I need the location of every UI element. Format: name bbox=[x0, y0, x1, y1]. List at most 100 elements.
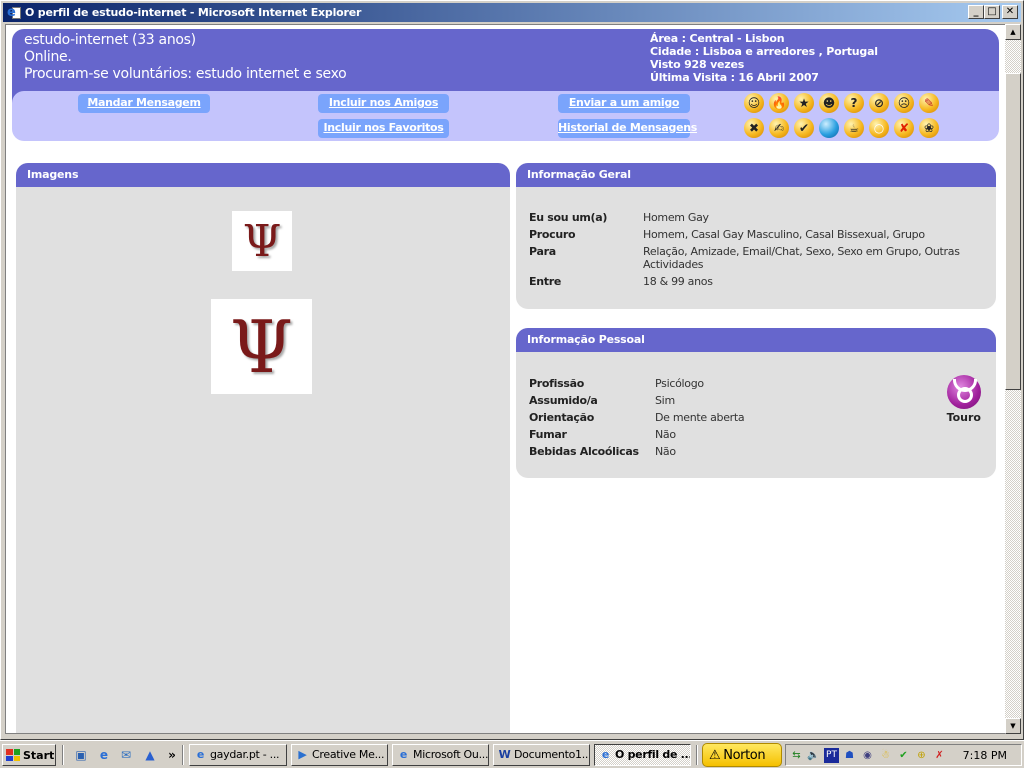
minimize-button[interactable]: _ bbox=[968, 5, 984, 19]
images-panel-title: Imagens bbox=[16, 163, 510, 187]
online-status: Online. bbox=[24, 49, 72, 65]
browser-window: e O perfil de estudo-internet - Microsof… bbox=[0, 0, 1024, 740]
info-label: Orientação bbox=[529, 411, 595, 424]
general-info-panel: Informação Geral Eu sou um(a) Homem Gay P… bbox=[516, 163, 996, 309]
no-paw-icon[interactable]: ✘ bbox=[894, 118, 914, 138]
globe-icon[interactable]: ⊕ bbox=[914, 748, 929, 763]
info-label: Fumar bbox=[529, 428, 567, 441]
task-label: Microsoft Ou... bbox=[413, 748, 489, 761]
info-label: Entre bbox=[529, 275, 561, 288]
cross-icon[interactable]: ✖ bbox=[744, 118, 764, 138]
scroll-down-button[interactable]: ▼ bbox=[1005, 718, 1021, 734]
internet-explorer-quicklaunch-icon[interactable]: e bbox=[96, 747, 112, 763]
info-row: Bebidas Alcoólicas Não bbox=[529, 445, 744, 458]
info-label: Assumido/a bbox=[529, 394, 598, 407]
taskbar-separator bbox=[182, 745, 184, 765]
info-row: Profissão Psicólogo bbox=[529, 377, 744, 390]
norton-label: Norton bbox=[723, 747, 766, 763]
wink-smiley-icon[interactable]: ☺ bbox=[744, 93, 764, 113]
taskbar-item-outlook[interactable]: e Microsoft Ou... bbox=[392, 744, 489, 766]
checkmark-icon[interactable]: ✔ bbox=[794, 118, 814, 138]
info-row: Para Relação, Amizade, Email/Chat, Sexo, … bbox=[529, 245, 963, 271]
profile-image-small[interactable]: Ψ bbox=[232, 211, 292, 271]
pencil-icon[interactable]: ✎ bbox=[919, 93, 939, 113]
city-text: Cidade : Lisboa e arredores , Portugal bbox=[650, 45, 878, 58]
network-icon[interactable]: ⇆ bbox=[789, 748, 804, 763]
psi-symbol-image: Ψ bbox=[229, 304, 294, 389]
info-value: Relação, Amizade, Email/Chat, Sexo, Sexo… bbox=[643, 245, 960, 271]
no-entry-icon[interactable]: ⊘ bbox=[869, 93, 889, 113]
message-history-button[interactable]: Historial de Mensagens bbox=[558, 119, 697, 138]
taskbar-item-creative-media[interactable]: ▶ Creative Me... bbox=[291, 744, 388, 766]
windows-logo-icon bbox=[6, 749, 20, 761]
profile-image-large[interactable]: Ψ bbox=[211, 299, 312, 394]
profile-headline: Procuram-se voluntários: estudo internet… bbox=[24, 66, 347, 82]
task-label: gaydar.pt - ... bbox=[210, 748, 280, 761]
info-value: Não bbox=[655, 428, 676, 441]
last-visit: Última Visita : 16 Abril 2007 bbox=[650, 71, 819, 84]
add-friends-button[interactable]: Incluir nos Amigos bbox=[318, 94, 449, 113]
quicklaunch-more-button[interactable]: » bbox=[164, 747, 180, 763]
info-value: Homem, Casal Gay Masculino, Casal Bissex… bbox=[643, 228, 925, 241]
network-disconnected-icon[interactable]: ✗ bbox=[932, 748, 947, 763]
window-title: O perfil de estudo-internet - Microsoft … bbox=[25, 6, 362, 19]
antivirus-check-icon[interactable]: ✔ bbox=[896, 748, 911, 763]
info-label: Eu sou um(a) bbox=[529, 211, 608, 224]
taskbar-item-documento[interactable]: W Documento1... bbox=[493, 744, 590, 766]
info-value: De mente aberta bbox=[655, 411, 745, 424]
blue-ball-icon[interactable] bbox=[819, 118, 839, 138]
maximize-button[interactable]: □ bbox=[984, 5, 1000, 19]
close-button[interactable]: ✕ bbox=[1002, 5, 1018, 19]
start-button[interactable]: Start bbox=[2, 744, 56, 766]
vertical-scrollbar[interactable]: ▲ ▼ bbox=[1005, 24, 1021, 734]
word-icon: W bbox=[498, 748, 511, 761]
taskbar-item-gaydar[interactable]: e gaydar.pt - ... bbox=[189, 744, 287, 766]
add-favorites-button[interactable]: Incluir nos Favoritos bbox=[318, 119, 449, 138]
send-message-button[interactable]: Mandar Mensagem bbox=[78, 94, 210, 113]
info-row: Entre 18 & 99 anos bbox=[529, 275, 963, 288]
outlook-quicklaunch-icon[interactable]: ✉ bbox=[118, 747, 134, 763]
aim-icon[interactable]: ☃ bbox=[878, 748, 893, 763]
writing-hand-icon[interactable]: ✍ bbox=[769, 118, 789, 138]
internet-explorer-icon: e bbox=[601, 748, 610, 761]
show-desktop-icon[interactable]: ▣ bbox=[73, 747, 89, 763]
scroll-up-button[interactable]: ▲ bbox=[1005, 24, 1021, 40]
page-content: estudo-internet (33 anos) Online. Procur… bbox=[5, 24, 1005, 734]
info-value: Não bbox=[655, 445, 676, 458]
zodiac-label: Touro bbox=[946, 411, 981, 424]
language-indicator[interactable]: PT bbox=[824, 748, 839, 763]
title-bar[interactable]: e O perfil de estudo-internet - Microsof… bbox=[3, 3, 1021, 22]
taskbar: Start ▣ e ✉ ▲ » e gaydar.pt - ... ▶ Creati… bbox=[0, 740, 1024, 768]
zodiac-sign: Touro bbox=[947, 375, 981, 424]
taskbar-separator bbox=[62, 745, 64, 765]
info-label: Procuro bbox=[529, 228, 576, 241]
app-quicklaunch-icon[interactable]: ▲ bbox=[142, 747, 158, 763]
webcam-icon[interactable]: ◉ bbox=[860, 748, 875, 763]
info-row: Assumido/a Sim bbox=[529, 394, 744, 407]
paw-icon[interactable]: ❀ bbox=[919, 118, 939, 138]
info-row: Eu sou um(a) Homem Gay bbox=[529, 211, 963, 224]
info-value: Homem Gay bbox=[643, 211, 709, 224]
coffee-cup-icon[interactable]: ☕ bbox=[844, 118, 864, 138]
grin-smiley-icon[interactable]: ☻ bbox=[819, 93, 839, 113]
magnifier-icon[interactable]: ○ bbox=[869, 118, 889, 138]
question-icon[interactable]: ? bbox=[844, 93, 864, 113]
area-text: Área : Central - Lisbon bbox=[650, 32, 785, 45]
messenger-icon[interactable]: ☗ bbox=[842, 748, 857, 763]
taskbar-item-perfil-active[interactable]: e O perfil de ... bbox=[594, 744, 691, 766]
sad-smiley-icon[interactable]: ☹ bbox=[894, 93, 914, 113]
star-icon[interactable]: ★ bbox=[794, 93, 814, 113]
norton-button[interactable]: ⚠ Norton bbox=[702, 743, 782, 767]
task-label: Creative Me... bbox=[312, 748, 385, 761]
general-info-title: Informação Geral bbox=[516, 163, 996, 187]
info-label: Bebidas Alcoólicas bbox=[529, 445, 639, 458]
scroll-thumb[interactable] bbox=[1005, 73, 1021, 390]
flame-icon[interactable]: 🔥 bbox=[769, 93, 789, 113]
send-to-friend-button[interactable]: Enviar a um amigo bbox=[558, 94, 690, 113]
volume-icon[interactable]: 🔈 bbox=[806, 748, 821, 763]
info-value: 18 & 99 anos bbox=[643, 275, 713, 288]
info-value: Psicólogo bbox=[655, 377, 704, 390]
profile-name-age: estudo-internet (33 anos) bbox=[24, 32, 196, 48]
taurus-icon bbox=[946, 375, 981, 409]
info-value: Sim bbox=[655, 394, 675, 407]
